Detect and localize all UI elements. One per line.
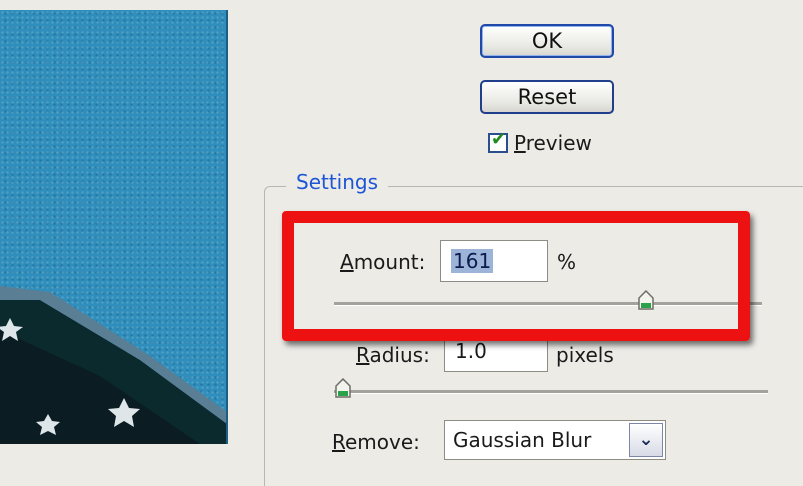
preview-label: Preview bbox=[514, 131, 592, 155]
remove-select[interactable]: Gaussian Blur ⌄ bbox=[444, 420, 666, 460]
radius-slider[interactable] bbox=[334, 390, 768, 394]
ok-button[interactable]: OK bbox=[480, 24, 614, 58]
radius-slider-thumb[interactable] bbox=[334, 378, 351, 398]
amount-highlight-annotation bbox=[282, 211, 750, 341]
radius-label: Radius: bbox=[356, 343, 430, 367]
checkmark-icon: ✔ bbox=[491, 129, 507, 150]
preview-checkbox[interactable]: ✔ bbox=[488, 129, 508, 153]
chevron-down-icon[interactable]: ⌄ bbox=[629, 423, 663, 457]
image-preview-pane[interactable] bbox=[0, 0, 238, 444]
reset-button[interactable]: Reset bbox=[480, 80, 614, 114]
flag-preview-image bbox=[0, 286, 238, 444]
remove-label: Remove: bbox=[332, 430, 420, 454]
radius-unit: pixels bbox=[556, 343, 614, 367]
preview-checkbox-row[interactable]: ✔ Preview bbox=[488, 128, 592, 158]
settings-legend: Settings bbox=[286, 170, 389, 194]
remove-select-value: Gaussian Blur bbox=[453, 428, 592, 452]
